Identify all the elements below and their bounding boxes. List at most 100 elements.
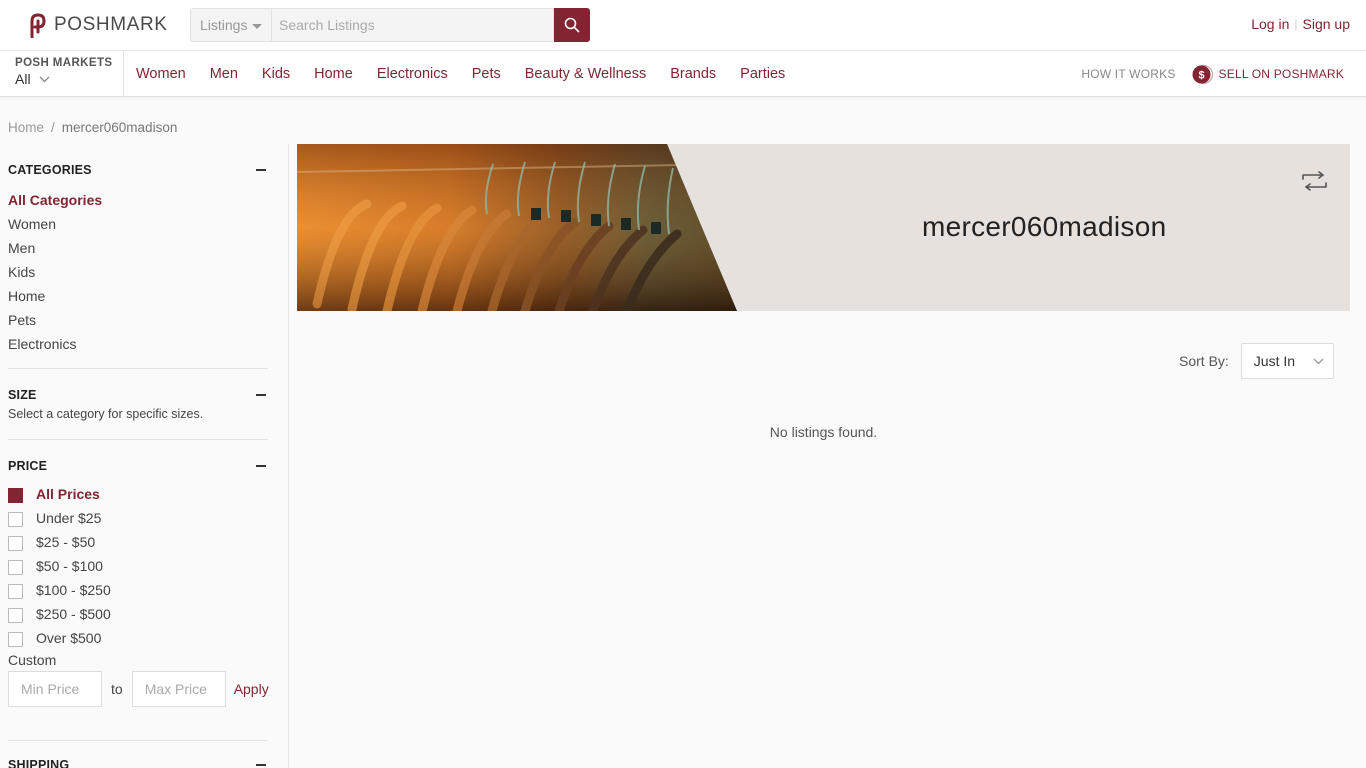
hangers-banner-image — [297, 144, 737, 311]
nav-right: HOW IT WORKS $ SELL ON POSHMARK — [1081, 51, 1344, 97]
section-divider — [8, 740, 268, 741]
sort-dropdown[interactable]: Just In — [1240, 343, 1334, 379]
sort-control: Sort By: Just In — [1179, 343, 1334, 379]
collapse-minus-icon[interactable] — [256, 394, 266, 396]
search-icon — [564, 17, 580, 33]
chevron-down-icon — [39, 76, 50, 82]
price-option-label: $25 - $50 — [36, 534, 96, 550]
price-checkbox[interactable] — [8, 607, 23, 623]
price-section: PRICE All Prices Under $25 $25 - $50 $50… — [8, 459, 269, 707]
breadcrumb-separator: / — [51, 120, 55, 135]
search-button[interactable] — [554, 8, 590, 42]
login-link[interactable]: Log in — [1251, 16, 1289, 32]
collapse-minus-icon[interactable] — [256, 169, 266, 171]
nav-links: Women Men Kids Home Electronics Pets Bea… — [136, 51, 809, 97]
price-option-under-25[interactable]: Under $25 — [8, 506, 268, 530]
main-nav: POSH MARKETS All Women Men Kids Home Ele… — [0, 50, 1366, 97]
price-option-label: $50 - $100 — [36, 558, 103, 574]
max-price-input[interactable] — [131, 671, 226, 707]
signup-link[interactable]: Sign up — [1303, 16, 1350, 32]
size-note: Select a category for specific sizes. — [8, 407, 204, 421]
nav-link-women[interactable]: Women — [136, 66, 186, 82]
category-item-all[interactable]: All Categories — [8, 188, 268, 212]
shipping-section: SHIPPING — [8, 758, 268, 768]
nav-link-home[interactable]: Home — [314, 66, 353, 82]
price-option-over-500[interactable]: Over $500 — [8, 626, 268, 650]
shipping-title: SHIPPING — [8, 758, 70, 768]
price-checkbox[interactable] — [8, 559, 23, 575]
nav-link-pets[interactable]: Pets — [472, 66, 501, 82]
price-checkbox[interactable] — [8, 583, 23, 599]
category-item-electronics[interactable]: Electronics — [8, 332, 268, 356]
price-header[interactable]: PRICE — [8, 459, 268, 473]
search-bar: Listings — [190, 8, 590, 42]
empty-listings-message: No listings found. — [769, 424, 878, 440]
price-option-100-250[interactable]: $100 - $250 — [8, 578, 268, 602]
auth-links: Log in | Sign up — [1251, 16, 1350, 32]
category-item-pets[interactable]: Pets — [8, 308, 268, 332]
price-checkbox[interactable] — [8, 511, 23, 527]
nav-link-parties[interactable]: Parties — [740, 66, 785, 82]
category-item-kids[interactable]: Kids — [8, 260, 268, 284]
price-checkbox[interactable] — [8, 631, 23, 647]
categories-section: CATEGORIES All Categories Women Men Kids… — [8, 163, 268, 356]
category-item-home[interactable]: Home — [8, 284, 268, 308]
sort-label: Sort By: — [1179, 353, 1229, 369]
price-option-label: $250 - $500 — [36, 606, 111, 622]
chevron-down-icon — [1313, 358, 1324, 364]
custom-price-row: to Apply — [8, 671, 269, 707]
apply-price-button[interactable]: Apply — [234, 681, 269, 697]
poshmark-logo[interactable]: POSHMARK — [26, 12, 168, 38]
collapse-minus-icon[interactable] — [256, 764, 266, 766]
min-price-input[interactable] — [8, 671, 102, 707]
svg-text:$: $ — [1198, 69, 1204, 81]
section-divider — [8, 439, 268, 440]
price-option-label: Under $25 — [36, 510, 102, 526]
price-option-all[interactable]: All Prices — [8, 482, 268, 506]
posh-markets-selector[interactable]: POSH MARKETS All — [0, 51, 124, 97]
search-input[interactable] — [271, 8, 554, 42]
share-repost-icon[interactable] — [1301, 171, 1328, 191]
category-item-men[interactable]: Men — [8, 236, 268, 260]
how-it-works-link[interactable]: HOW IT WORKS — [1081, 67, 1175, 81]
price-option-25-50[interactable]: $25 - $50 — [8, 530, 268, 554]
nav-link-men[interactable]: Men — [210, 66, 238, 82]
price-checkbox[interactable] — [8, 487, 23, 503]
shipping-header[interactable]: SHIPPING — [8, 758, 268, 768]
custom-price-label: Custom — [8, 652, 57, 668]
size-header[interactable]: SIZE — [8, 388, 268, 402]
price-option-label: Over $500 — [36, 630, 102, 646]
size-title: SIZE — [8, 388, 37, 402]
price-option-50-100[interactable]: $50 - $100 — [8, 554, 268, 578]
price-to-label: to — [111, 681, 123, 697]
price-option-250-500[interactable]: $250 - $500 — [8, 602, 268, 626]
sell-on-poshmark-link[interactable]: SELL ON POSHMARK — [1219, 67, 1344, 81]
posh-markets-value: All — [15, 71, 123, 87]
logo-text: POSHMARK — [54, 14, 168, 35]
filter-sidebar: CATEGORIES All Categories Women Men Kids… — [0, 144, 289, 768]
nav-link-brands[interactable]: Brands — [670, 66, 716, 82]
section-divider — [8, 368, 268, 369]
closet-username: mercer060madison — [922, 211, 1167, 242]
nav-link-kids[interactable]: Kids — [262, 66, 290, 82]
price-option-label: All Prices — [36, 486, 100, 502]
breadcrumb-current: mercer060madison — [61, 120, 178, 135]
auth-separator: | — [1294, 17, 1298, 31]
nav-link-beauty-wellness[interactable]: Beauty & Wellness — [525, 66, 646, 82]
categories-header[interactable]: CATEGORIES — [8, 163, 268, 177]
price-checkbox[interactable] — [8, 535, 23, 551]
sort-value: Just In — [1253, 353, 1296, 369]
dollar-coin-icon: $ — [1192, 64, 1213, 84]
posh-markets-value-text: All — [15, 71, 31, 87]
breadcrumb-home[interactable]: Home — [8, 120, 44, 135]
collapse-minus-icon[interactable] — [256, 465, 266, 467]
category-list: All Categories Women Men Kids Home Pets … — [8, 188, 268, 356]
search-scope-dropdown[interactable]: Listings — [190, 8, 271, 42]
poshmark-logo-icon — [30, 13, 46, 38]
categories-title: CATEGORIES — [8, 163, 92, 177]
category-item-women[interactable]: Women — [8, 212, 268, 236]
nav-link-electronics[interactable]: Electronics — [377, 66, 448, 82]
price-list: All Prices Under $25 $25 - $50 $50 - $10… — [8, 482, 268, 650]
search-scope-label: Listings — [200, 17, 248, 33]
size-section: SIZE Select a category for specific size… — [8, 388, 268, 421]
